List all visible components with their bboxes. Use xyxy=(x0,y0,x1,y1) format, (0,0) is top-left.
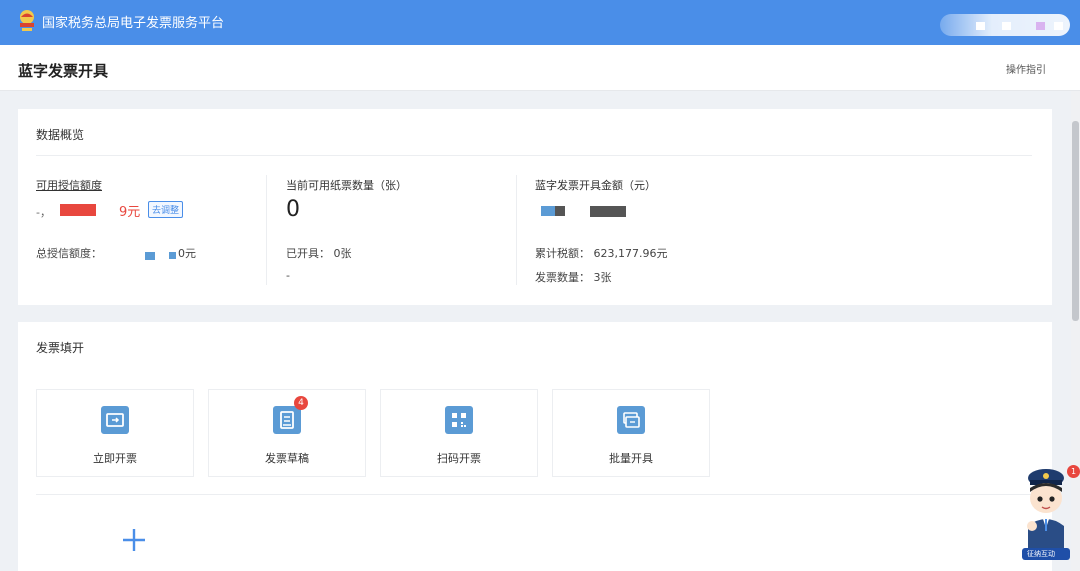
invoice-fill-card: 发票填开 立即开票 4 发票草稿 扫码开票 批量开具 xyxy=(18,322,1052,571)
assistant-label: 征纳互动 xyxy=(1027,550,1055,558)
fill-section-title: 发票填开 xyxy=(36,341,85,355)
tax-emblem-icon xyxy=(20,10,34,31)
invoice-draft-tile[interactable]: 4 发票草稿 xyxy=(208,389,366,477)
add-shortcut-button[interactable] xyxy=(36,514,194,571)
platform-title: 国家税务总局电子发票服务平台 xyxy=(42,16,225,31)
draft-count-badge: 4 xyxy=(294,396,308,410)
draft-icon xyxy=(273,406,301,434)
redacted-block xyxy=(1036,22,1045,30)
user-account-menu[interactable] xyxy=(940,14,1070,36)
cumulative-tax: 累计税额： 623,177.96元 xyxy=(535,247,668,260)
credit-value-suffix: 9元 xyxy=(119,205,141,220)
tile-label: 批量开具 xyxy=(609,452,653,465)
redacted-block xyxy=(976,22,985,30)
total-credit-label: 总授信额度： xyxy=(36,247,102,260)
paper-count-label: 当前可用纸票数量（张） xyxy=(286,179,407,192)
paper-dash: - xyxy=(286,269,290,282)
redacted-amount xyxy=(145,252,155,260)
redacted-amount xyxy=(60,204,96,216)
credit-label: 可用授信额度 xyxy=(36,179,102,192)
divider xyxy=(36,155,1032,156)
divider xyxy=(36,494,1032,495)
page-title: 蓝字发票开具 xyxy=(18,62,109,80)
tax-assistant-mascot[interactable]: 征纳互动 xyxy=(1018,466,1074,562)
invoice-count: 发票数量： 3张 xyxy=(535,271,612,284)
batch-issue-tile[interactable]: 批量开具 xyxy=(552,389,710,477)
total-credit-suffix: 0元 xyxy=(178,247,196,260)
operation-guide-link[interactable]: 操作指引 xyxy=(1006,61,1046,76)
assistant-avatar-icon xyxy=(1022,469,1070,560)
tile-label: 发票草稿 xyxy=(265,452,309,465)
column-divider xyxy=(266,175,267,285)
tile-label: 立即开票 xyxy=(93,452,137,465)
tile-label: 扫码开票 xyxy=(437,452,481,465)
paper-issued-count: 已开具： 0张 xyxy=(286,247,352,260)
redacted-block xyxy=(1002,22,1011,30)
redacted-amount xyxy=(590,206,626,217)
credit-value-prefix: -， xyxy=(36,206,51,219)
blue-amount-label: 蓝字发票开具金额（元） xyxy=(535,179,656,192)
redacted-block xyxy=(1054,22,1063,30)
plus-icon xyxy=(123,529,145,551)
issue-now-tile[interactable]: 立即开票 xyxy=(36,389,194,477)
adjust-credit-button[interactable]: 去调整 xyxy=(148,201,184,218)
paper-count-value: 0 xyxy=(286,197,300,222)
redacted-amount xyxy=(169,252,176,259)
batch-icon xyxy=(617,406,645,434)
assistant-notification-badge: 1 xyxy=(1067,465,1080,478)
page-title-bar: 蓝字发票开具 操作指引 xyxy=(0,45,1080,91)
issue-ticket-icon xyxy=(101,406,129,434)
scan-issue-tile[interactable]: 扫码开票 xyxy=(380,389,538,477)
data-overview-card: 数据概览 可用授信额度 -， 9元 去调整 总授信额度： 0元 当前可用纸票数量… xyxy=(18,109,1052,305)
scrollbar-thumb[interactable] xyxy=(1072,121,1079,321)
redacted-amount xyxy=(541,206,555,216)
column-divider xyxy=(516,175,517,285)
qr-code-icon xyxy=(445,406,473,434)
redacted-amount xyxy=(555,206,565,216)
top-header: 国家税务总局电子发票服务平台 xyxy=(0,0,1080,45)
overview-section-title: 数据概览 xyxy=(36,128,85,142)
